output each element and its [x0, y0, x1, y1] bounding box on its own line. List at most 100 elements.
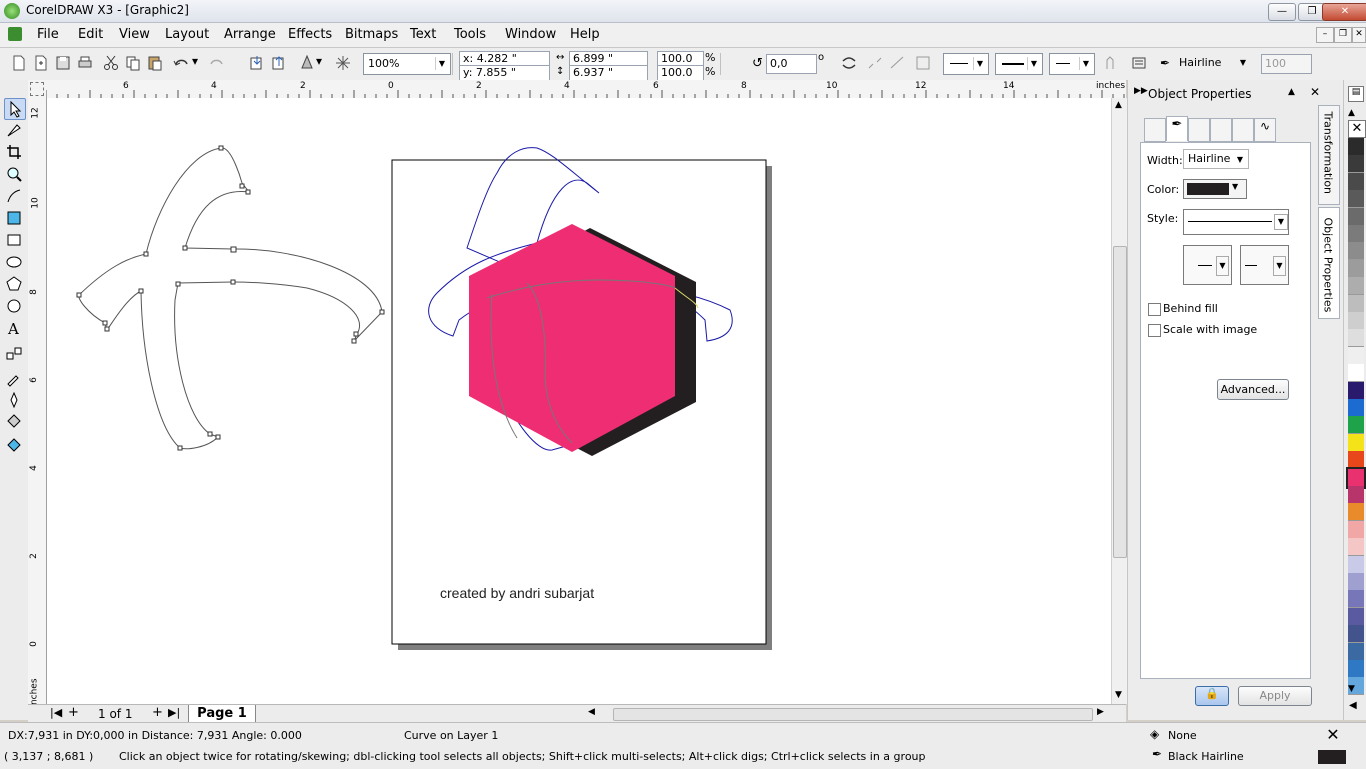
palette-swatch[interactable]	[1346, 466, 1366, 489]
palette-swatch[interactable]	[1348, 573, 1364, 591]
no-fill-swatch[interactable]: ✕	[1320, 725, 1346, 744]
launcher-dropdown-icon[interactable]: ▾	[316, 54, 326, 72]
combine-icon[interactable]	[888, 54, 906, 72]
palette-swatch[interactable]	[1348, 503, 1364, 522]
freehand-tool-icon[interactable]	[4, 186, 24, 206]
palette-swatch[interactable]	[1348, 660, 1364, 678]
ruler-origin-icon[interactable]	[30, 82, 44, 96]
undo-dropdown-icon[interactable]: ▾	[192, 54, 202, 72]
palette-swatch[interactable]	[1348, 486, 1364, 504]
smart-fill-tool-icon[interactable]	[4, 208, 24, 228]
lock-apply-button[interactable]: 🔒	[1195, 686, 1229, 706]
ellipse-tool-icon[interactable]	[4, 252, 24, 272]
copy-icon[interactable]	[124, 54, 142, 72]
scroll-right-icon[interactable]: ▶	[1097, 707, 1104, 717]
export-icon[interactable]	[270, 54, 288, 72]
menu-arrange[interactable]: Arrange	[224, 27, 276, 42]
menu-effects[interactable]: Effects	[288, 27, 332, 42]
end-arrow-picker[interactable]: ▼	[1240, 245, 1289, 285]
palette-swatch[interactable]	[1348, 364, 1364, 383]
width-dropdown[interactable]: Hairline ▼	[1183, 149, 1249, 169]
vertical-scroll-thumb[interactable]	[1113, 246, 1127, 558]
coreldraw-app-icon[interactable]	[4, 3, 20, 19]
palette-scroll-down-icon[interactable]: ▼	[1348, 684, 1355, 694]
transparency-field[interactable]: 100	[1261, 54, 1312, 74]
palette-swatch[interactable]	[1348, 138, 1364, 156]
doc-minimize-button[interactable]: –	[1316, 27, 1334, 43]
no-color-swatch[interactable]: ✕	[1348, 120, 1366, 138]
horizontal-scroll-thumb[interactable]	[613, 708, 1093, 721]
close-button[interactable]: ✕	[1322, 3, 1366, 21]
convert-to-curves-icon[interactable]	[914, 54, 932, 72]
page-tab[interactable]: Page 1	[188, 705, 256, 723]
palette-swatch[interactable]	[1348, 294, 1364, 313]
palette-swatch[interactable]	[1348, 259, 1364, 278]
last-page-icon[interactable]: ▶|	[168, 706, 180, 719]
palette-swatch[interactable]	[1348, 520, 1364, 539]
pick-tool-icon[interactable]	[4, 98, 26, 120]
start-arrowhead-dropdown[interactable]: ▼	[943, 53, 989, 75]
rectangle-tool-icon[interactable]	[4, 230, 24, 250]
print-icon[interactable]	[76, 54, 94, 72]
credit-text[interactable]: created by andri subarjat	[440, 585, 594, 601]
outline-width-dropdown[interactable]: Hairline ▼	[1175, 53, 1251, 73]
doc-close-button[interactable]: ✕	[1352, 27, 1366, 43]
save-icon[interactable]	[54, 54, 72, 72]
palette-swatch[interactable]	[1348, 451, 1364, 470]
shape-tool-icon[interactable]	[4, 120, 24, 140]
zoom-level-dropdown[interactable]: 100% ▼	[363, 53, 451, 75]
scroll-up-icon[interactable]: ▲	[1115, 100, 1122, 110]
palette-swatch[interactable]	[1348, 329, 1364, 348]
palette-swatch[interactable]	[1348, 190, 1364, 209]
mirror-icon[interactable]	[840, 54, 858, 72]
palette-expand-icon[interactable]: ◀	[1349, 700, 1357, 711]
undo-icon[interactable]	[172, 54, 190, 72]
interactive-blend-tool-icon[interactable]	[4, 344, 24, 364]
new-document-icon[interactable]	[10, 54, 28, 72]
interactive-fill-tool-icon[interactable]	[4, 434, 24, 454]
redo-icon[interactable]	[208, 54, 226, 72]
menu-file[interactable]: File	[37, 27, 59, 42]
import-icon[interactable]	[248, 54, 266, 72]
vertical-ruler[interactable]: 12 10 8 6 4 2 0 inches	[28, 98, 47, 708]
cut-icon[interactable]	[102, 54, 120, 72]
open-icon[interactable]	[32, 54, 50, 72]
fill-tool-icon[interactable]	[4, 412, 24, 432]
add-page-after-icon[interactable]: +	[152, 705, 163, 720]
palette-swatch[interactable]	[1348, 242, 1364, 261]
object-height-field[interactable]: 6.937 "	[569, 65, 648, 81]
palette-swatch[interactable]	[1348, 207, 1364, 226]
break-apart-icon[interactable]	[866, 54, 884, 72]
welcome-screen-icon[interactable]	[334, 54, 352, 72]
palette-swatch[interactable]	[1348, 433, 1364, 452]
color-picker-button[interactable]: ▼	[1183, 179, 1247, 199]
horizontal-ruler[interactable]: 6 4 2 0 2 4 6 8 10 12 14 inches	[28, 80, 1126, 99]
curve-node-handles[interactable]	[76, 145, 385, 451]
scroll-down-icon[interactable]: ▼	[1115, 690, 1122, 700]
transformation-tab[interactable]: Transformation	[1318, 105, 1340, 205]
drawing-canvas[interactable]: created by andri subarjat	[47, 98, 1111, 704]
rotation-angle-field[interactable]: 0,0	[766, 54, 817, 74]
scale-with-image-checkbox[interactable]	[1148, 324, 1161, 337]
palette-scroll-up-icon[interactable]: ▲	[1348, 108, 1355, 118]
wrap-text-icon[interactable]	[1102, 54, 1120, 72]
palette-swatch[interactable]	[1348, 155, 1364, 174]
zoom-tool-icon[interactable]	[4, 164, 24, 184]
document-icon[interactable]	[8, 27, 22, 41]
palette-swatch[interactable]	[1348, 172, 1364, 191]
palette-swatch[interactable]	[1348, 590, 1364, 609]
basic-shapes-tool-icon[interactable]	[4, 296, 24, 316]
end-arrowhead-dropdown[interactable]: ▼	[1049, 53, 1095, 75]
palette-swatch[interactable]	[1348, 225, 1364, 243]
application-launcher-icon[interactable]	[298, 54, 316, 72]
palette-swatch[interactable]	[1348, 277, 1364, 296]
lock-ratio-icon[interactable]	[726, 54, 744, 72]
eyedropper-tool-icon[interactable]	[4, 368, 24, 388]
y-position-field[interactable]: y: 7.855 "	[459, 65, 550, 81]
outline-tab-icon[interactable]: ✒	[1166, 116, 1188, 141]
palette-swatch[interactable]	[1348, 538, 1364, 557]
menu-tools[interactable]: Tools	[454, 27, 486, 42]
crop-tool-icon[interactable]	[4, 142, 24, 162]
palette-swatch[interactable]	[1348, 607, 1364, 626]
palette-swatch[interactable]	[1348, 381, 1364, 400]
